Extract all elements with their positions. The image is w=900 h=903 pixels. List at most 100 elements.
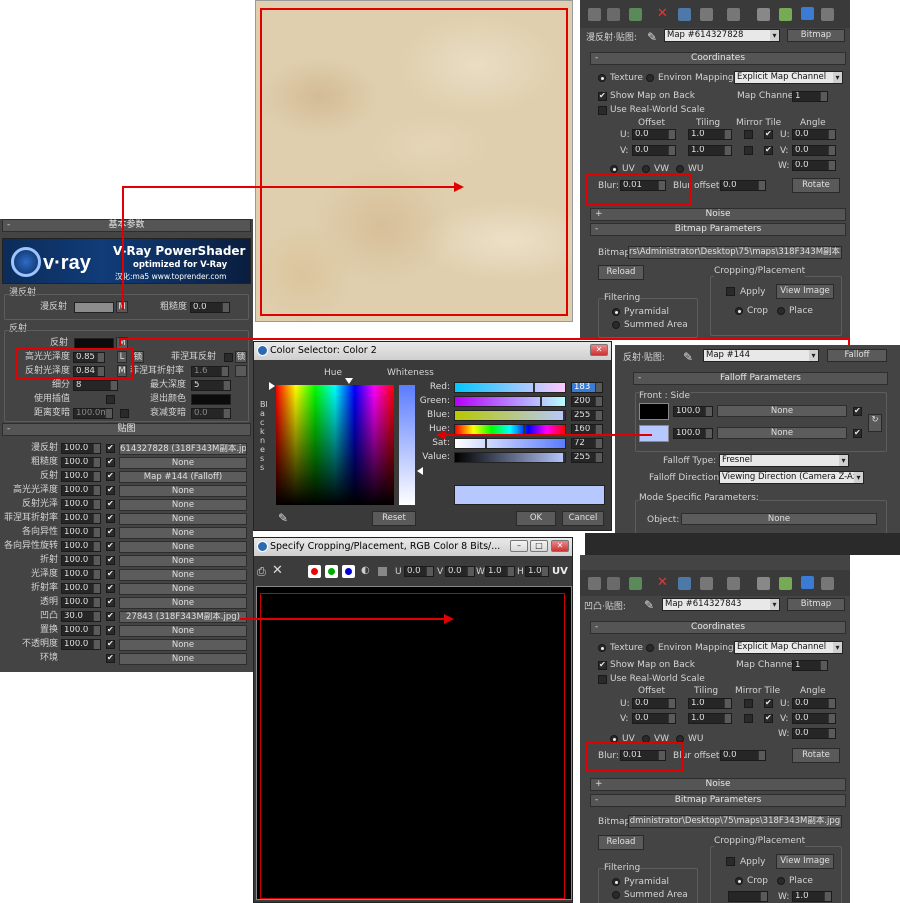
- minimize-icon[interactable]: –: [510, 540, 528, 552]
- tile-v-checkbox[interactable]: [764, 713, 773, 723]
- map-row-slot[interactable]: Map #144 (Falloff): [119, 471, 247, 483]
- map-row-checkbox[interactable]: [106, 443, 115, 453]
- exit-color-swatch[interactable]: [191, 394, 231, 405]
- side-map-slot[interactable]: None: [717, 427, 847, 439]
- falloff-eyedropper-icon[interactable]: ✎: [683, 350, 693, 364]
- map-row-checkbox[interactable]: [106, 485, 115, 495]
- map-name-dropdown[interactable]: Map #614327843: [662, 598, 780, 611]
- crop-radio[interactable]: [735, 877, 743, 885]
- mono-channel-icon[interactable]: [378, 567, 387, 576]
- fresnel-lock-button[interactable]: 锁: [235, 351, 247, 363]
- front-color-swatch[interactable]: [639, 403, 669, 420]
- channel-slider[interactable]: [454, 382, 566, 393]
- map-row-checkbox[interactable]: [106, 555, 115, 565]
- wu-radio[interactable]: [676, 165, 684, 173]
- map-channel-spinner[interactable]: 1: [792, 91, 828, 102]
- coordinates-header[interactable]: - Coordinates: [590, 621, 846, 634]
- bitmap-params-header[interactable]: - Bitmap Parameters: [590, 794, 846, 807]
- map-row-amount[interactable]: 100.0: [61, 583, 101, 594]
- reload-button[interactable]: Reload: [598, 835, 644, 850]
- whiteness-bar[interactable]: [399, 385, 415, 505]
- map-row-slot[interactable]: None: [119, 513, 247, 525]
- show-end-result-icon[interactable]: [779, 8, 792, 21]
- map-row-amount[interactable]: 100.0: [61, 625, 101, 636]
- w-spin-spinner[interactable]: 1.0: [792, 891, 832, 902]
- coordinates-header[interactable]: - Coordinates: [590, 52, 846, 65]
- bitmap-params-header[interactable]: - Bitmap Parameters: [590, 223, 846, 236]
- dist-dim-checkbox[interactable]: [120, 409, 129, 418]
- map-row-checkbox[interactable]: [106, 583, 115, 593]
- bitmap-path-button[interactable]: rs\Administrator\Desktop\75\maps\318F343…: [628, 246, 842, 259]
- map-row-amount[interactable]: 100.0: [61, 569, 101, 580]
- map-row-amount[interactable]: 100.0: [61, 639, 101, 650]
- map-row-amount[interactable]: 100.0: [61, 527, 101, 538]
- channel-value-spinner[interactable]: 255: [571, 452, 603, 463]
- summed-radio[interactable]: [612, 321, 620, 329]
- map-row-slot[interactable]: 614327828 (318F343M副本.jpg): [119, 443, 247, 455]
- view-image-button[interactable]: View Image: [776, 284, 834, 299]
- channel-slider-thumb[interactable]: [563, 411, 565, 420]
- make-unique-icon[interactable]: [678, 8, 691, 21]
- angle-u-spinner[interactable]: 0.0: [792, 698, 836, 709]
- rotate-button[interactable]: Rotate: [792, 178, 840, 193]
- close-icon[interactable]: ✕: [590, 344, 608, 356]
- save-icon[interactable]: ⎙: [257, 565, 266, 579]
- object-slot[interactable]: None: [681, 513, 877, 525]
- apply-checkbox[interactable]: [726, 287, 735, 296]
- channel-slider-thumb[interactable]: [533, 383, 535, 392]
- delete-icon[interactable]: ✕: [656, 576, 669, 589]
- tiling-v-spinner[interactable]: 1.0: [688, 713, 732, 724]
- go-parent-icon[interactable]: [801, 7, 814, 20]
- channel-value-spinner[interactable]: 183: [571, 382, 603, 393]
- rotate-button[interactable]: Rotate: [792, 748, 840, 763]
- color-selector-titlebar[interactable]: Color Selector: Color 2: [254, 342, 611, 360]
- map-row-amount[interactable]: 100.0: [61, 485, 101, 496]
- map-channel-spinner[interactable]: 1: [792, 660, 828, 671]
- map-row-checkbox[interactable]: [106, 639, 115, 649]
- channel-slider-thumb[interactable]: [563, 453, 565, 462]
- fresnel-ior-spinner[interactable]: 1.6: [191, 366, 229, 377]
- tiling-v-spinner[interactable]: 1.0: [688, 145, 732, 156]
- front-map-checkbox[interactable]: [853, 406, 862, 416]
- cancel-button[interactable]: Cancel: [562, 511, 604, 526]
- mirror-u-checkbox[interactable]: [744, 130, 753, 139]
- map-row-checkbox[interactable]: [106, 471, 115, 481]
- go-parent-icon[interactable]: [801, 576, 814, 589]
- blur-offset-spinner[interactable]: 0.0: [720, 750, 766, 761]
- u-spin-spinner[interactable]: [728, 891, 768, 902]
- map-row-slot[interactable]: None: [119, 541, 247, 553]
- subdivs-spinner[interactable]: 8: [73, 380, 118, 391]
- angle-v-spinner[interactable]: 0.0: [792, 713, 836, 724]
- fresnel-checkbox[interactable]: [224, 353, 233, 362]
- falloff-map-dropdown[interactable]: Map #144: [703, 349, 819, 362]
- channel-slider-thumb[interactable]: [523, 425, 525, 434]
- map-row-slot[interactable]: 27843 (318F343M副本.jpg): [119, 611, 247, 623]
- mirror-u-checkbox[interactable]: [744, 699, 753, 708]
- map-row-checkbox[interactable]: [106, 457, 115, 467]
- crop-u-spinner[interactable]: 0.0: [404, 566, 434, 577]
- color-eyedropper-icon[interactable]: ✎: [278, 511, 288, 525]
- clear-icon[interactable]: ✕: [272, 563, 283, 578]
- side-amount-spinner[interactable]: 100.0: [673, 428, 713, 439]
- crop-close-icon[interactable]: ✕: [551, 540, 569, 552]
- assign-material-icon[interactable]: [629, 8, 642, 21]
- dist-dim-spinner[interactable]: 100.0m: [73, 408, 113, 419]
- blackness-marker-icon[interactable]: [269, 382, 275, 390]
- reload-button[interactable]: Reload: [598, 265, 644, 280]
- falloff-params-header[interactable]: - Falloff Parameters: [633, 372, 888, 385]
- put-material-icon[interactable]: [607, 577, 620, 590]
- roughness-spinner[interactable]: 0.0: [190, 302, 230, 313]
- get-material-icon[interactable]: [588, 577, 601, 590]
- map-row-slot[interactable]: None: [119, 555, 247, 567]
- basic-params-header[interactable]: - 基本参数: [2, 219, 251, 232]
- map-row-amount[interactable]: 100.0: [61, 597, 101, 608]
- map-row-amount[interactable]: 100.0: [61, 471, 101, 482]
- offset-v-spinner[interactable]: 0.0: [632, 145, 676, 156]
- map-row-amount[interactable]: 30.0: [61, 611, 101, 622]
- apply-checkbox[interactable]: [726, 857, 735, 866]
- map-row-amount[interactable]: 100.0: [61, 513, 101, 524]
- make-unique-icon[interactable]: [678, 577, 691, 590]
- map-row-amount[interactable]: 100.0: [61, 499, 101, 510]
- channel-slider-thumb[interactable]: [485, 439, 487, 448]
- falloff-type-button[interactable]: Falloff: [827, 349, 887, 362]
